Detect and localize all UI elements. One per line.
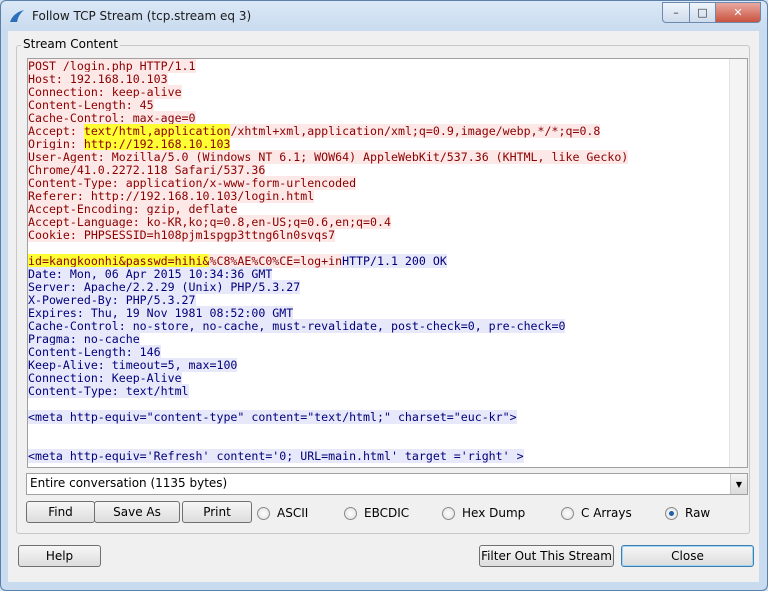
request-line: Cookie: PHPSESSID=h108pjm1spgp3ttng6ln0s… bbox=[28, 228, 730, 242]
response-html: <meta http-equiv='Refresh' content='0; U… bbox=[28, 449, 524, 463]
response-text: Connection: Keep-Alive bbox=[28, 371, 182, 385]
request-text: Host: 192.168.10.103 bbox=[28, 72, 168, 86]
request-body-rest: %C8%AE%C0%CE=log+in bbox=[209, 254, 343, 268]
follow-tcp-stream-window: Follow TCP Stream (tcp.stream eq 3) – □ … bbox=[0, 0, 768, 591]
request-text: Accept-Encoding: gzip, deflate bbox=[28, 202, 238, 216]
stream-content-text[interactable]: POST /login.php HTTP/1.1 Host: 192.168.10… bbox=[27, 58, 748, 468]
html-line: <meta http-equiv="content-type" content=… bbox=[28, 410, 730, 424]
radio-hex-dump[interactable]: Hex Dump bbox=[442, 506, 525, 520]
radio-label: ASCII bbox=[277, 506, 309, 520]
radio-raw[interactable]: Raw bbox=[665, 506, 710, 520]
response-line: Content-Type: text/html bbox=[28, 384, 730, 398]
title-bar[interactable]: Follow TCP Stream (tcp.stream eq 3) – □ … bbox=[1, 1, 767, 31]
radio-circle-icon[interactable] bbox=[561, 506, 574, 520]
save-as-button[interactable]: Save As bbox=[94, 501, 180, 523]
response-text: Date: Mon, 06 Apr 2015 10:34:36 GMT bbox=[28, 267, 273, 281]
radio-ascii[interactable]: ASCII bbox=[257, 506, 308, 520]
close-window-button[interactable]: ✕ bbox=[716, 2, 761, 23]
radio-label: C Arrays bbox=[581, 506, 632, 520]
response-text: Content-Length: 146 bbox=[28, 345, 161, 359]
request-text: /xhtml+xml,application/xml;q=0.9,image/w… bbox=[230, 124, 601, 138]
request-text: Referer: http://192.168.10.103/login.htm… bbox=[28, 189, 315, 203]
stream-text-area[interactable]: POST /login.php HTTP/1.1 Host: 192.168.10… bbox=[28, 59, 730, 467]
response-text: X-Powered-By: PHP/5.3.27 bbox=[28, 293, 196, 307]
html-line: <meta http-equiv='Refresh' content='0; U… bbox=[28, 449, 730, 463]
close-button[interactable]: Close bbox=[621, 545, 754, 567]
radio-label: Raw bbox=[685, 506, 711, 520]
print-button[interactable]: Print bbox=[182, 501, 252, 523]
radio-circle-icon[interactable] bbox=[665, 506, 678, 520]
response-text: Content-Type: text/html bbox=[28, 384, 189, 398]
response-text: Pragma: no-cache bbox=[28, 332, 140, 346]
stream-content-label: Stream Content bbox=[21, 37, 120, 51]
filter-out-stream-button[interactable]: Filter Out This Stream bbox=[479, 545, 614, 567]
request-text: Chrome/41.0.2272.118 Safari/537.36 bbox=[28, 163, 266, 177]
response-status: HTTP/1.1 200 OK bbox=[342, 254, 447, 268]
response-text: Keep-Alive: timeout=5, max=100 bbox=[28, 358, 238, 372]
window-title: Follow TCP Stream (tcp.stream eq 3) bbox=[32, 9, 252, 23]
response-text: Server: Apache/2.2.29 (Unix) PHP/5.3.27 bbox=[28, 280, 301, 294]
highlighted-origin: http://192.168.10.103 bbox=[83, 137, 231, 151]
request-text: POST /login.php HTTP/1.1 bbox=[28, 59, 196, 73]
request-text: Accept-Language: ko-KR,ko;q=0.8,en-US;q=… bbox=[28, 215, 391, 229]
dialog-client-area: Stream Content POST /login.php HTTP/1.1 H… bbox=[8, 31, 759, 582]
request-text: Connection: keep-alive bbox=[28, 85, 182, 99]
radio-circle-icon[interactable] bbox=[442, 506, 455, 520]
maximize-button[interactable]: □ bbox=[690, 2, 716, 23]
minimize-button[interactable]: – bbox=[662, 2, 690, 23]
highlighted-text: text/html,application bbox=[83, 124, 231, 138]
request-text: Origin: bbox=[28, 137, 84, 151]
conversation-select-value: Entire conversation (1135 bytes) bbox=[30, 476, 228, 490]
request-text: Content-Type: application/x-www-form-url… bbox=[28, 176, 357, 190]
request-text: User-Agent: Mozilla/5.0 (Windows NT 6.1;… bbox=[28, 150, 629, 164]
radio-circle-icon[interactable] bbox=[257, 506, 270, 520]
chevron-down-icon[interactable]: ▼ bbox=[730, 474, 747, 494]
request-text: Content-Length: 45 bbox=[28, 98, 154, 112]
radio-c-arrays[interactable]: C Arrays bbox=[561, 506, 632, 520]
find-button[interactable]: Find bbox=[26, 501, 95, 523]
radio-ebcdic[interactable]: EBCDIC bbox=[344, 506, 409, 520]
wireshark-fin-icon bbox=[10, 10, 24, 22]
highlighted-credentials: id=kangkoonhi&passwd=hihi& bbox=[28, 254, 210, 268]
radio-circle-icon[interactable] bbox=[344, 506, 357, 520]
help-button[interactable]: Help bbox=[18, 545, 101, 567]
request-text: Cookie: PHPSESSID=h108pjm1spgp3ttng6ln0s… bbox=[28, 228, 336, 242]
vertical-scrollbar[interactable] bbox=[729, 59, 747, 467]
response-text: Expires: Thu, 19 Nov 1981 08:52:00 GMT bbox=[28, 306, 294, 320]
request-text: Cache-Control: max-age=0 bbox=[28, 111, 196, 125]
response-text: Cache-Control: no-store, no-cache, must-… bbox=[28, 319, 566, 333]
request-text: Accept: bbox=[28, 124, 84, 138]
conversation-select[interactable]: Entire conversation (1135 bytes) ▼ bbox=[26, 473, 748, 495]
radio-label: EBCDIC bbox=[364, 506, 410, 520]
response-html: <meta http-equiv="content-type" content=… bbox=[28, 410, 517, 424]
radio-label: Hex Dump bbox=[462, 506, 526, 520]
